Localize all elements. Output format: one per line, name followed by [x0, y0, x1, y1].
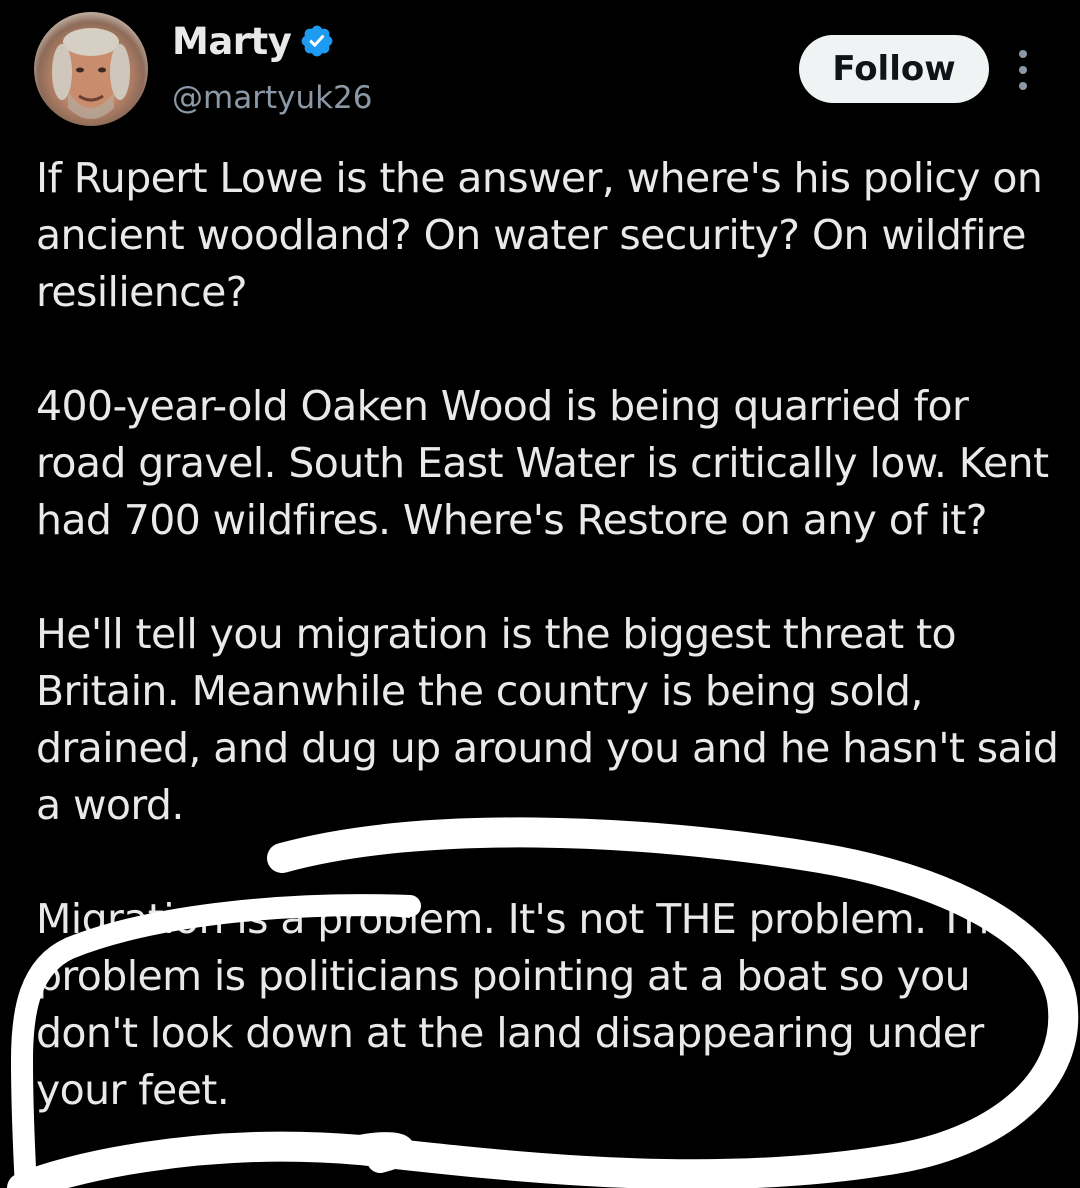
avatar[interactable]	[34, 12, 148, 126]
avatar-photo	[52, 28, 130, 119]
tweet-paragraph: He'll tell you migration is the biggest …	[36, 610, 1059, 829]
author-handle[interactable]: @martyuk26	[172, 80, 373, 116]
more-dot	[1019, 82, 1027, 90]
tweet-paragraph: If Rupert Lowe is the answer, where's hi…	[36, 154, 1043, 316]
author-name-row[interactable]: Marty	[172, 16, 335, 66]
verified-badge-icon	[299, 23, 335, 59]
tweet-text: If Rupert Lowe is the answer, where's hi…	[36, 150, 1066, 1176]
follow-button[interactable]: Follow	[799, 35, 989, 103]
tweet-paragraph: 400-year-old Oaken Wood is being quarrie…	[36, 382, 1049, 544]
more-dot	[1019, 66, 1027, 74]
author-display-name[interactable]: Marty	[172, 20, 292, 63]
more-vertical-icon[interactable]	[1008, 48, 1038, 92]
more-dot	[1019, 50, 1027, 58]
tweet-paragraph: Migration is a problem. It's not THE pro…	[36, 895, 1014, 1114]
tweet-header: Marty @martyuk26 Follow	[0, 0, 1080, 140]
